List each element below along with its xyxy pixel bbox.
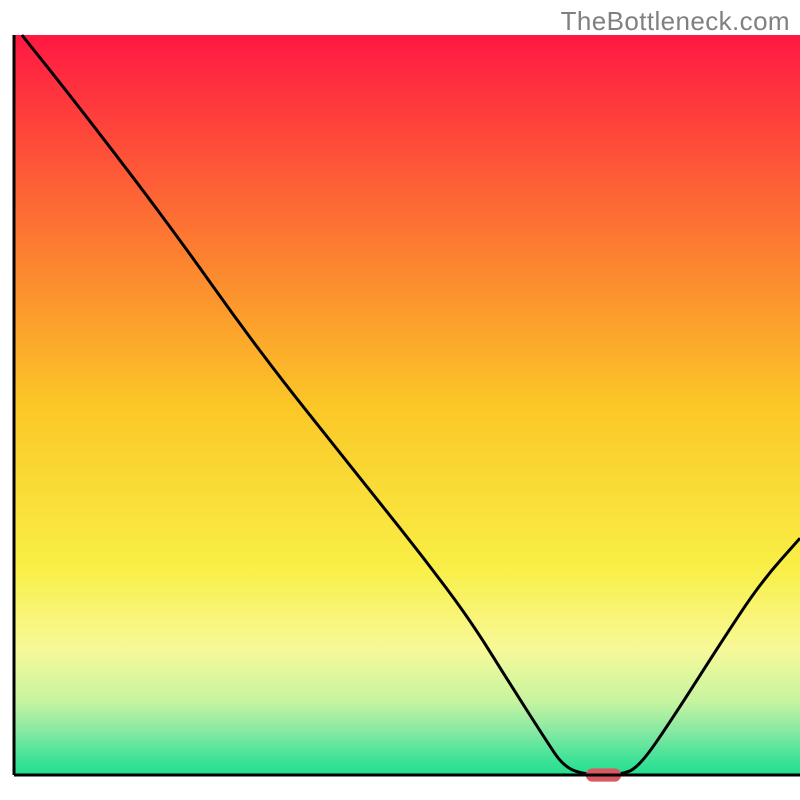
chart-stage: TheBottleneck.com: [0, 0, 800, 800]
watermark-label: TheBottleneck.com: [561, 6, 790, 37]
plot-background: [14, 35, 800, 775]
chart-canvas: [0, 0, 800, 800]
